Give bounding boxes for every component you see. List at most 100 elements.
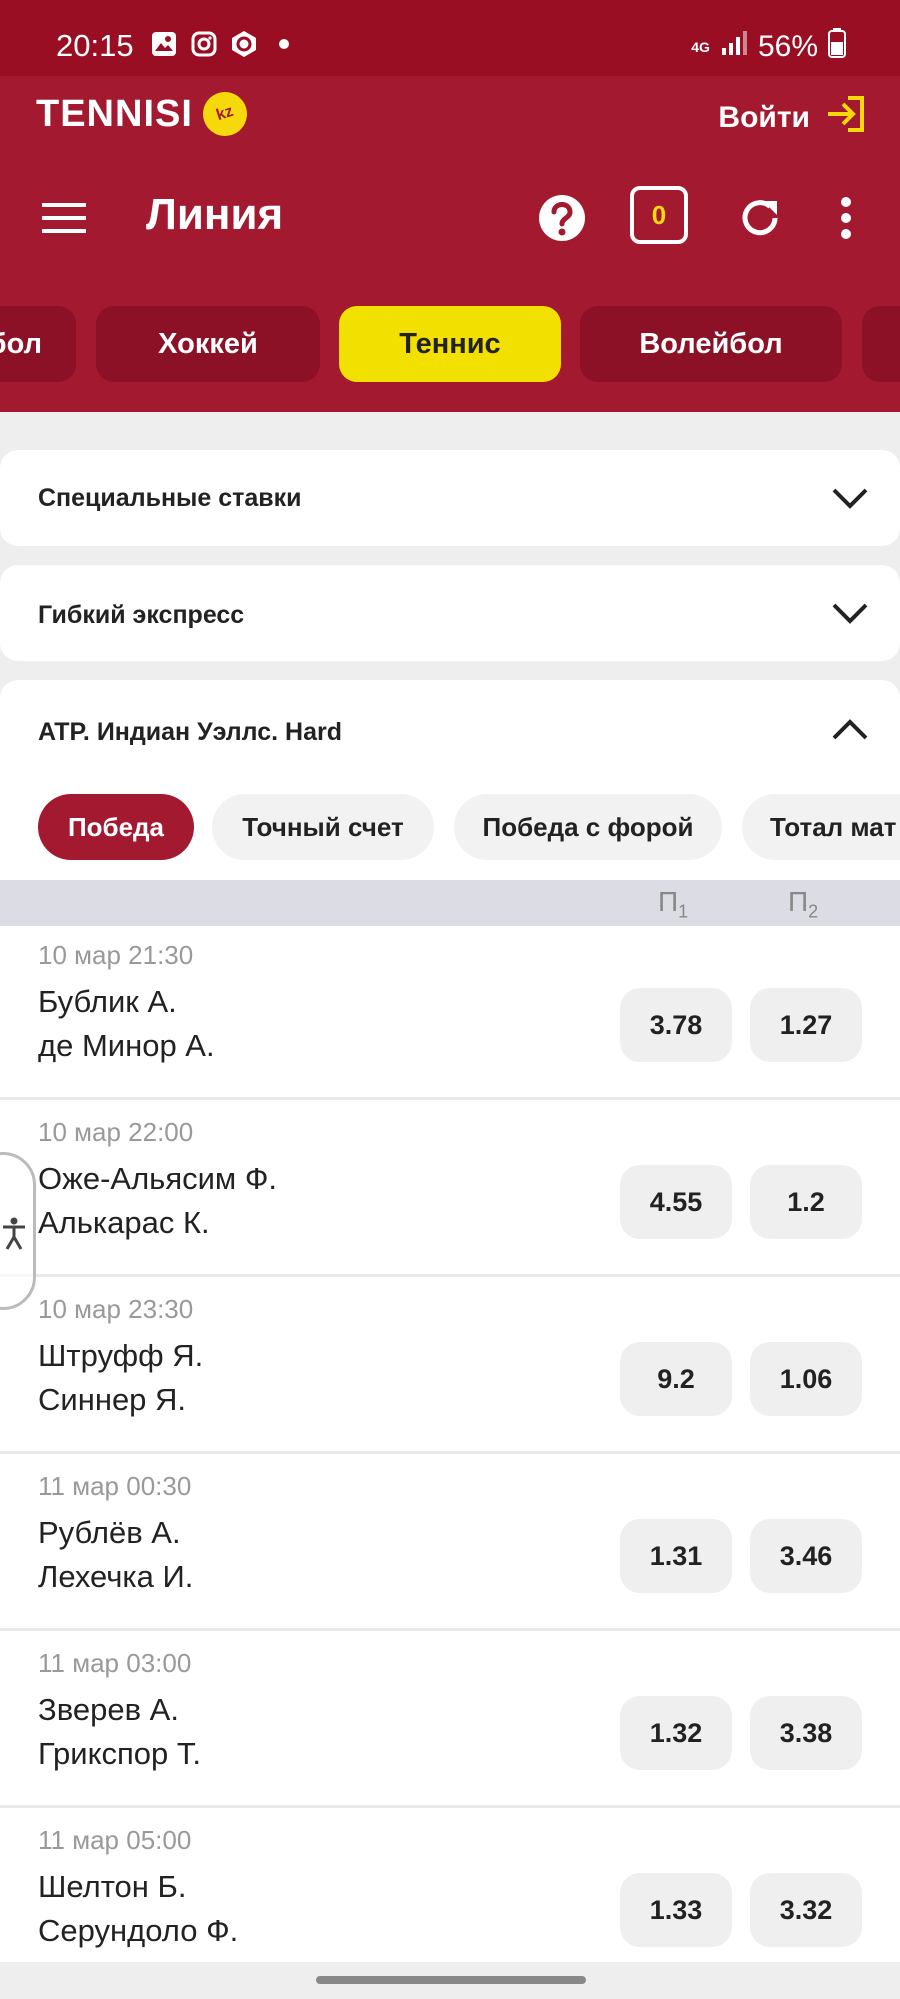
market-tab-exact-score[interactable]: Точный счет xyxy=(212,794,434,860)
accessibility-icon xyxy=(3,1217,25,1250)
match-player1: Зверев А. xyxy=(38,1692,179,1727)
network-type: 4G xyxy=(691,39,710,55)
sports-tabs: бол Хоккей Теннис Волейбол xyxy=(0,306,900,382)
column-p2-sub: 2 xyxy=(808,901,819,922)
match-player1: Рублёв А. xyxy=(38,1515,181,1550)
match-row[interactable]: 10 мар 23:30 Штруфф Я. Синнер Я. 9.2 1.0… xyxy=(0,1280,900,1454)
login-button[interactable]: Войти xyxy=(718,92,868,144)
coupon-button[interactable]: 0 xyxy=(630,186,688,244)
refresh-button[interactable] xyxy=(730,188,790,248)
sport-tab-next[interactable] xyxy=(862,306,900,382)
odd-p2-button[interactable]: 1.2 xyxy=(750,1165,862,1239)
title-row: Линия 0 xyxy=(0,176,900,260)
brand-badge: kz xyxy=(197,86,253,142)
odd-p1-button[interactable]: 1.33 xyxy=(620,1873,732,1947)
app-header: 20:15 4G 56% TENNISI kz Войти Линия 0 ол… xyxy=(0,0,900,412)
odd-p1-button[interactable]: 9.2 xyxy=(620,1342,732,1416)
match-row[interactable]: 11 мар 05:00 Шелтон Б. Серундоло Ф. 1.33… xyxy=(0,1811,900,1985)
odd-p1-button[interactable]: 1.31 xyxy=(620,1519,732,1593)
brand-logo[interactable]: TENNISI kz xyxy=(36,86,253,142)
section-special-bets[interactable]: Специальные ставки xyxy=(0,450,900,546)
sport-tab-label: Теннис xyxy=(399,327,501,360)
battery-level: 56% xyxy=(757,30,818,63)
more-button[interactable] xyxy=(816,188,876,248)
chevron-up-icon xyxy=(832,719,868,740)
menu-button[interactable] xyxy=(42,198,88,238)
more-vertical-icon xyxy=(841,197,851,239)
match-player1: Оже-Альясим Ф. xyxy=(38,1161,278,1196)
sport-tab-volleyball[interactable]: Волейбол xyxy=(580,306,842,382)
odd-p1-button[interactable]: 1.32 xyxy=(620,1696,732,1770)
market-tab-label: Точный счет xyxy=(242,811,404,842)
battery-icon xyxy=(828,28,846,66)
odd-p2-button[interactable]: 1.06 xyxy=(750,1342,862,1416)
match-player2: Синнер Я. xyxy=(38,1382,187,1417)
match-time: 11 мар 05:00 xyxy=(38,1825,192,1855)
odd-p1-button[interactable]: 4.55 xyxy=(620,1165,732,1239)
match-row[interactable]: 10 мар 22:00 Оже-Альясим Ф. Алькарас К. … xyxy=(0,1103,900,1277)
section-title: Гибкий экспресс xyxy=(38,601,245,629)
match-row[interactable]: 10 мар 21:30 Бублик А. де Минор А. 3.78 … xyxy=(0,926,900,1100)
hamburger-icon xyxy=(42,203,86,233)
market-tab-label: Победа xyxy=(67,811,165,842)
system-nav-bar xyxy=(0,1962,900,1999)
match-time: 10 мар 23:30 xyxy=(38,1294,194,1324)
market-tab-label: Победа с форой xyxy=(482,811,694,842)
status-bar: 20:15 4G 56% xyxy=(0,0,900,76)
sport-tab-label: Волейбол xyxy=(639,327,783,360)
dot-icon xyxy=(270,30,298,58)
odd-p2-button[interactable]: 3.46 xyxy=(750,1519,862,1593)
tournament-title: ATP. Индиан Уэллс. Hard xyxy=(38,718,342,746)
match-player2: Лехечка И. xyxy=(38,1559,194,1594)
match-time: 11 мар 03:00 xyxy=(38,1648,192,1678)
help-button[interactable] xyxy=(532,188,592,248)
match-time: 11 мар 00:30 xyxy=(38,1471,192,1501)
page-title: Линия xyxy=(146,190,284,239)
market-tab-handicap[interactable]: Победа с форой xyxy=(454,794,722,860)
sport-tab-label: Хоккей xyxy=(158,327,258,360)
sport-tab-tennis[interactable]: Теннис xyxy=(339,306,561,382)
match-player1: Бублик А. xyxy=(38,984,177,1019)
instagram-icon xyxy=(190,30,218,58)
status-time: 20:15 xyxy=(56,28,134,63)
sport-tab-hockey[interactable]: Хоккей xyxy=(96,306,320,382)
gallery-icon xyxy=(150,30,178,58)
match-player2: Серундоло Ф. xyxy=(38,1913,239,1948)
column-p1-letter: П xyxy=(658,886,679,917)
status-notification-icons xyxy=(150,30,298,58)
chevron-down-icon xyxy=(832,603,868,624)
market-tabs: Победа Точный счет Победа с форой Тотал … xyxy=(0,794,900,862)
sport-tab-label: бол xyxy=(0,327,42,360)
status-system: 4G 56% xyxy=(691,28,846,66)
brand-name: TENNISI xyxy=(36,92,193,135)
login-label: Войти xyxy=(718,101,810,134)
tournament-header[interactable]: ATP. Индиан Уэллс. Hard xyxy=(0,680,900,780)
market-tab-win[interactable]: Победа xyxy=(38,794,194,860)
match-player2: Грикспор Т. xyxy=(38,1736,202,1771)
match-time: 10 мар 22:00 xyxy=(38,1117,194,1147)
match-row[interactable]: 11 мар 00:30 Рублёв А. Лехечка И. 1.31 3… xyxy=(0,1457,900,1631)
column-p1-label: П1 xyxy=(658,886,688,923)
match-row[interactable]: 11 мар 03:00 Зверев А. Грикспор Т. 1.32 … xyxy=(0,1634,900,1808)
accessibility-button[interactable] xyxy=(0,1152,36,1310)
section-title: Специальные ставки xyxy=(38,484,302,512)
odd-p2-button[interactable]: 3.32 xyxy=(750,1873,862,1947)
home-gesture-handle[interactable] xyxy=(316,1976,586,1984)
help-icon xyxy=(539,195,585,241)
login-arrow-icon xyxy=(824,92,868,144)
market-tab-label: Тотал мат xyxy=(770,811,897,842)
market-tab-total[interactable]: Тотал мат xyxy=(742,794,900,860)
column-p2-label: П2 xyxy=(788,886,818,923)
odd-p1-button[interactable]: 3.78 xyxy=(620,988,732,1062)
odd-p2-button[interactable]: 1.27 xyxy=(750,988,862,1062)
match-time: 10 мар 21:30 xyxy=(38,940,194,970)
section-flex-express[interactable]: Гибкий экспресс xyxy=(0,565,900,661)
column-p1-sub: 1 xyxy=(678,901,689,922)
chevron-down-icon xyxy=(832,488,868,509)
crypto-icon xyxy=(230,30,258,58)
refresh-icon xyxy=(742,200,778,236)
match-player1: Шелтон Б. xyxy=(38,1869,187,1904)
brand-row: TENNISI kz Войти xyxy=(0,76,900,156)
sport-tab-football[interactable]: бол xyxy=(0,306,76,382)
odd-p2-button[interactable]: 3.38 xyxy=(750,1696,862,1770)
